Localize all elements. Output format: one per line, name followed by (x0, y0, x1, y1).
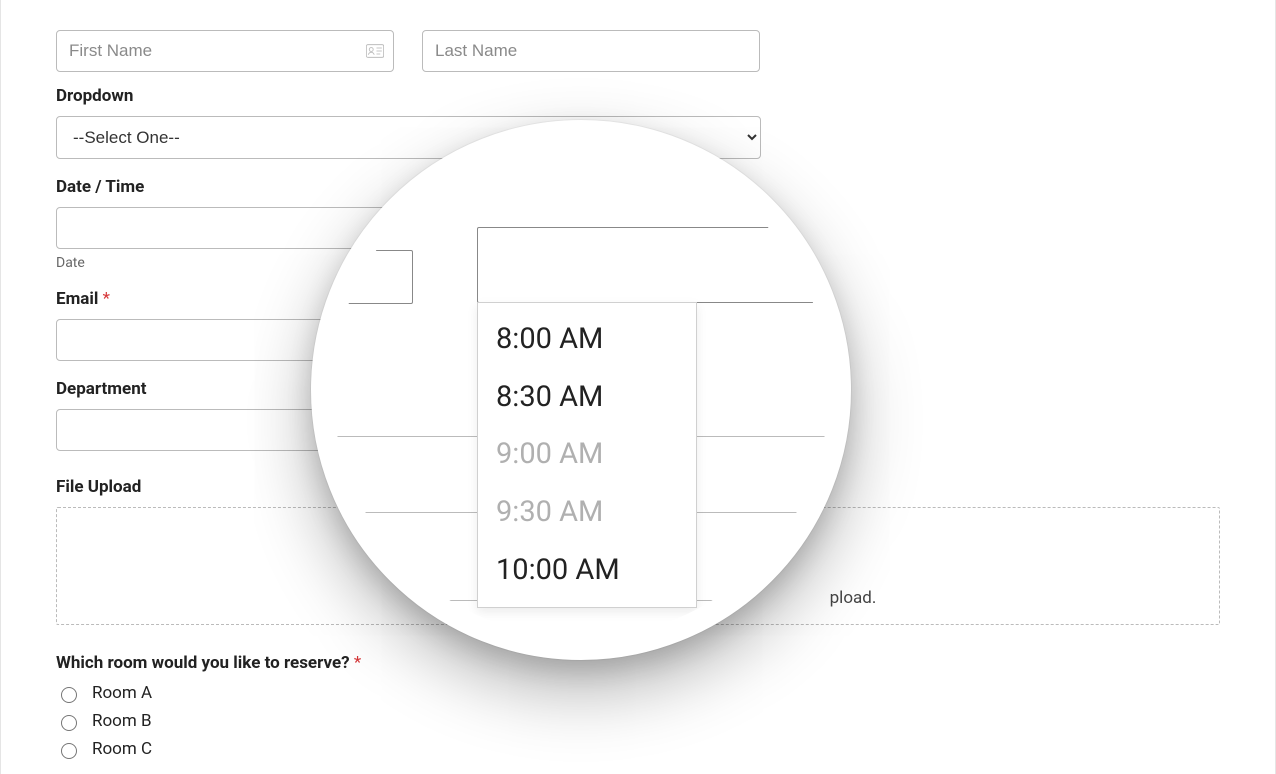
room-option-b-label: Room B (92, 711, 152, 731)
file-drop-hint: pload. (400, 588, 877, 608)
file-label: File Upload (56, 477, 1220, 497)
required-mark: * (354, 653, 361, 673)
room-option-a-label: Room A (92, 683, 152, 703)
department-input[interactable] (56, 409, 761, 451)
room-label: Which room would you like to reserve? * (56, 653, 1220, 673)
file-dropzone[interactable]: pload. (56, 507, 1220, 625)
dropdown-label: Dropdown (56, 86, 761, 106)
email-label-text: Email (56, 289, 98, 309)
last-name-wrap (422, 30, 760, 72)
department-label: Department (56, 379, 761, 399)
room-option-c-label: Room C (92, 739, 152, 759)
room-option-b-row: Room B (56, 711, 1220, 731)
email-input[interactable] (56, 319, 761, 361)
first-name-wrap (56, 30, 394, 72)
date-input[interactable] (56, 207, 397, 249)
email-label: Email * (56, 289, 761, 309)
room-label-text: Which room would you like to reserve? (56, 653, 350, 673)
room-option-c-row: Room C (56, 739, 1220, 759)
time-input[interactable] (421, 207, 762, 249)
dropdown-field: Dropdown --Select One-- (56, 86, 761, 159)
last-name-input[interactable] (422, 30, 760, 72)
dropdown-select[interactable]: --Select One-- (56, 116, 761, 159)
date-sublabel: Date (56, 255, 397, 271)
datetime-label: Date / Time (56, 177, 761, 197)
required-mark: * (103, 289, 110, 309)
email-field: Email * (56, 289, 761, 361)
room-option-a-row: Room A (56, 683, 1220, 703)
room-radio-a[interactable] (61, 687, 77, 703)
first-name-input[interactable] (56, 30, 394, 72)
datetime-field: Date / Time Date (56, 177, 761, 271)
department-field: Department (56, 379, 761, 451)
room-radio-c[interactable] (61, 743, 77, 759)
room-field: Which room would you like to reserve? * … (56, 653, 1220, 759)
room-radio-b[interactable] (61, 715, 77, 731)
file-field: File Upload pload. (56, 477, 1220, 625)
form-page: Dropdown --Select One-- Date / Time Date… (0, 0, 1276, 774)
id-card-icon (366, 44, 384, 58)
name-row (56, 30, 1220, 72)
